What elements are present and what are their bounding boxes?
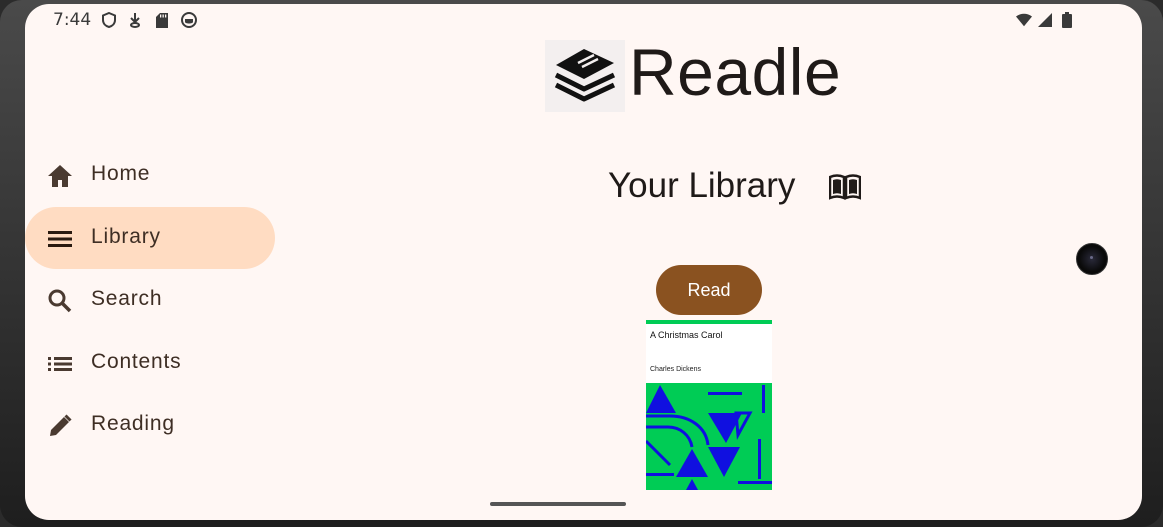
home-icon	[47, 163, 73, 189]
book-cover-accent	[646, 320, 772, 324]
book-author: Charles Dickens	[650, 366, 701, 373]
download-icon	[127, 11, 143, 29]
status-time: 7:44	[53, 10, 92, 30]
app-screen: 7:44 Home Library Search Contents Readin…	[25, 4, 1142, 520]
sd-card-icon	[154, 11, 170, 29]
front-camera	[1076, 243, 1108, 275]
shield-icon	[101, 11, 117, 29]
nav-label: Contents	[91, 349, 182, 373]
read-button[interactable]: Read	[656, 265, 762, 315]
app-icon	[181, 11, 197, 29]
cell-signal-icon	[1037, 11, 1053, 29]
home-indicator[interactable]	[490, 502, 626, 506]
page-title: Your Library	[608, 166, 796, 205]
wifi-icon	[1016, 11, 1032, 29]
device-frame: 7:44 Home Library Search Contents Readin…	[0, 0, 1163, 527]
book-title: A Christmas Carol	[650, 330, 723, 340]
navigation-rail: Home Library Search Contents Reading	[25, 144, 285, 457]
nav-label: Search	[91, 287, 163, 310]
app-name: Readle	[629, 35, 842, 109]
book-cover-art	[646, 383, 772, 490]
stacked-books-icon	[552, 41, 618, 111]
nav-label: Home	[91, 162, 151, 185]
battery-icon	[1059, 11, 1075, 29]
nav-item-search[interactable]: Search	[25, 269, 275, 331]
nav-item-contents[interactable]: Contents	[25, 332, 275, 394]
menu-icon	[47, 226, 73, 252]
open-book-icon	[828, 174, 862, 204]
list-icon	[47, 351, 73, 377]
pencil-icon	[47, 413, 73, 439]
nav-label: Library	[91, 224, 161, 248]
nav-label: Reading	[91, 412, 175, 435]
book-cover[interactable]: A Christmas Carol Charles Dickens	[646, 320, 772, 490]
search-icon	[47, 288, 73, 314]
nav-item-library[interactable]: Library	[25, 206, 275, 269]
nav-item-home[interactable]: Home	[25, 144, 275, 206]
nav-item-reading[interactable]: Reading	[25, 394, 275, 456]
app-logo	[545, 40, 625, 112]
status-bar: 7:44	[25, 4, 1142, 36]
